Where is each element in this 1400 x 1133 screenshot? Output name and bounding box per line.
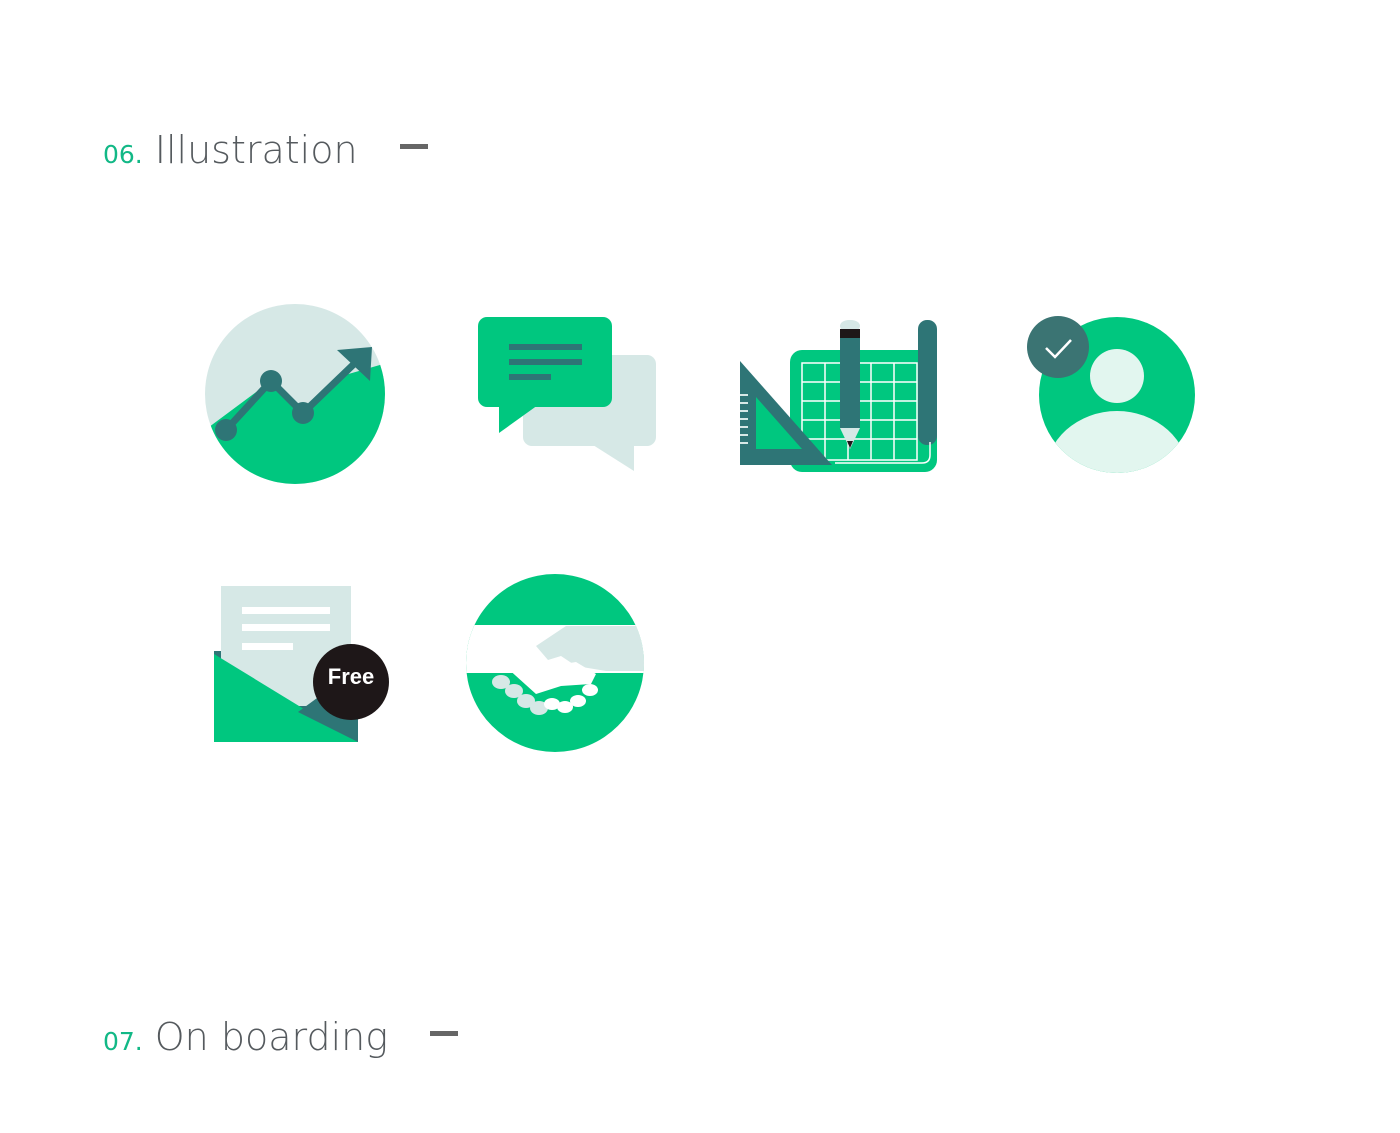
- collapse-dash-icon[interactable]: [430, 1031, 459, 1036]
- free-mail-icon: Free: [213, 586, 391, 744]
- section-number: 06.: [103, 140, 143, 169]
- verified-user-icon: [1027, 316, 1197, 476]
- free-badge-text: Free: [327, 664, 375, 689]
- collapse-dash-icon[interactable]: [399, 144, 428, 149]
- section-number: 07.: [103, 1027, 143, 1056]
- chat-bubbles-icon: [478, 317, 658, 473]
- growth-chart-icon: [205, 303, 387, 485]
- section-header-onboarding: 07. On boarding: [103, 1015, 459, 1059]
- section-title: On boarding: [154, 1015, 389, 1059]
- section-title: Illustration: [154, 128, 358, 172]
- handshake-icon: [466, 574, 646, 754]
- section-header-illustration: 06. Illustration: [103, 128, 428, 172]
- blueprint-tools-icon: [740, 317, 940, 475]
